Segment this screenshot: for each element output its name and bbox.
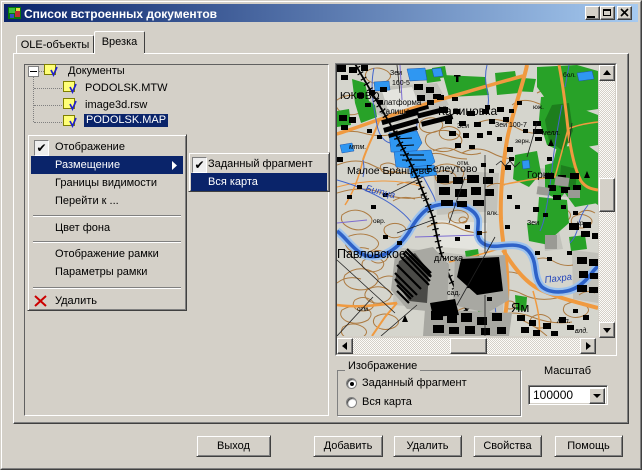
svg-text:овр.: овр.	[373, 218, 386, 225]
svg-text:влд.: влд.	[575, 327, 588, 335]
svg-text:ЮКОВО: ЮКОВО	[340, 90, 380, 102]
svg-text:мелл.: мелл.	[542, 130, 560, 137]
svg-text:мтм.: мтм.	[349, 144, 366, 151]
svg-text:длиска: длиска	[434, 253, 463, 263]
svg-text:Калища: Калища	[381, 107, 411, 116]
svg-text:кр.: кр.	[577, 220, 585, 227]
svg-text:Ям: Ям	[511, 300, 529, 315]
svg-text:зерн.: зерн.	[515, 138, 531, 145]
svg-text:бол.: бол.	[563, 71, 576, 79]
svg-text:Зеи: Зеи	[527, 220, 539, 227]
svg-text:Белеутово: Белеутово	[426, 163, 477, 175]
svg-text:Зеи: Зеи	[390, 70, 402, 77]
svg-text:юж.: юж.	[533, 104, 544, 111]
svg-text:лап.: лап.	[556, 318, 571, 325]
svg-text:Зеи 100-7: Зеи 100-7	[495, 122, 527, 129]
svg-text:сад.: сад.	[447, 290, 460, 297]
svg-text:Павловское: Павловское	[337, 247, 406, 261]
svg-text:160-5: 160-5	[392, 80, 410, 87]
svg-text:сх.: сх.	[421, 194, 430, 201]
svg-text:Зеи: Зеи	[457, 123, 469, 130]
svg-text:отм.: отм.	[357, 306, 370, 313]
svg-text:влк.: влк.	[487, 210, 499, 217]
svg-text:платформа: платформа	[379, 98, 422, 107]
svg-text:Малое Бранцево: Малое Бранцево	[347, 165, 430, 177]
svg-text:отм.: отм.	[457, 160, 470, 167]
svg-text:Горки: Горки	[527, 170, 553, 181]
